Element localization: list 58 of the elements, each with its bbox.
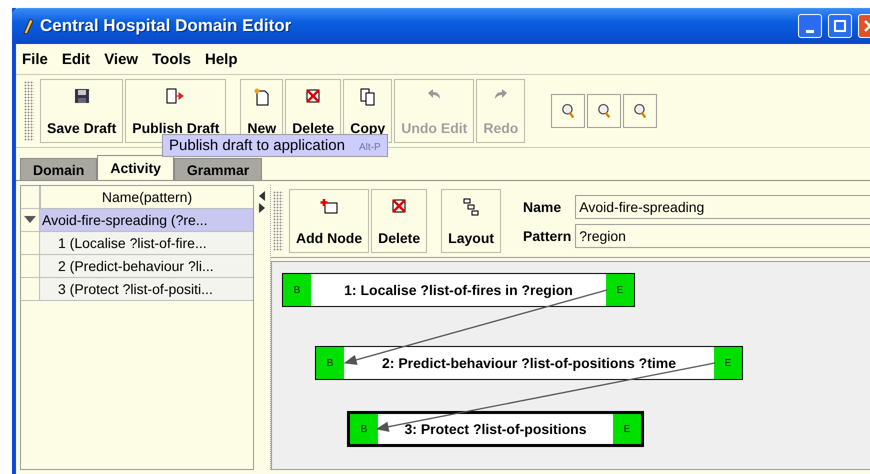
delete-icon	[305, 88, 322, 104]
layout-icon	[463, 198, 480, 216]
node-label: 1: Localise ?list-of-fires in ?region	[343, 281, 574, 300]
pattern-label: Pattern	[523, 228, 572, 244]
magnifier-icon	[562, 104, 574, 118]
editor-button[interactable]: Delete	[371, 189, 428, 253]
name-field[interactable]: Avoid-fire-spreading	[575, 194, 870, 218]
tab[interactable]: Grammar	[174, 158, 262, 180]
expand-icon[interactable]	[24, 216, 36, 224]
table-row[interactable]: 3 (Protect ?list-of-positi...	[40, 278, 253, 300]
redo-icon	[492, 88, 509, 100]
pattern-field[interactable]: ?region	[575, 224, 870, 248]
begin-port[interactable]: B	[350, 414, 378, 444]
zoom-text-button[interactable]	[587, 94, 622, 128]
activity-node[interactable]: B 2: Predict-behaviour ?list-of-positions ?time E	[315, 346, 743, 380]
minimize-icon	[806, 30, 814, 32]
copy-icon	[360, 88, 376, 106]
node-label: 3: Protect ?list-of-positions	[404, 420, 588, 439]
menu-item[interactable]: View	[104, 50, 138, 68]
table-row[interactable]: 1 (Localise ?list-of-fire...	[40, 232, 253, 254]
collapse-left-icon[interactable]	[259, 191, 265, 201]
shortcut-text: Alt-P	[358, 142, 381, 153]
toolbar-grip[interactable]	[273, 191, 283, 251]
magnifier-icon	[634, 104, 646, 118]
menu-item[interactable]: Edit	[62, 50, 90, 68]
add-icon	[320, 198, 338, 214]
end-port[interactable]: E	[613, 414, 641, 444]
tab[interactable]: Activity	[97, 155, 174, 180]
end-port[interactable]: E	[714, 347, 742, 379]
end-port[interactable]: E	[606, 274, 634, 306]
menu-item[interactable]: File	[22, 50, 48, 68]
toolbar-button[interactable]: Save Draft	[40, 79, 124, 143]
menu-item[interactable]: Help	[205, 50, 238, 68]
table-row[interactable]: Avoid-fire-spreading (?re...	[40, 209, 253, 231]
editor-button[interactable]: Layout	[441, 189, 502, 253]
magnifier-icon	[598, 104, 610, 118]
save-icon	[74, 88, 90, 104]
new-icon	[254, 88, 270, 106]
editor-button[interactable]: Add Node	[289, 189, 370, 253]
maximize-icon	[834, 20, 846, 32]
table-row[interactable]: 2 (Predict-behaviour ?li...	[40, 255, 253, 277]
activity-node[interactable]: B 3: Protect ?list-of-positions E	[347, 411, 644, 447]
minimize-button[interactable]	[798, 14, 822, 38]
name-label: Name	[523, 198, 562, 214]
tab[interactable]: Domain	[20, 158, 98, 180]
zoom-button[interactable]	[551, 94, 586, 128]
undo-icon	[426, 88, 442, 100]
activity-node[interactable]: B 1: Localise ?list-of-fires in ?region E	[282, 273, 635, 307]
toolbar-grip[interactable]	[24, 81, 34, 141]
begin-port[interactable]: B	[283, 274, 311, 306]
delete-icon	[391, 198, 408, 214]
node-label: 2: Predict-behaviour ?list-of-positions ?time	[380, 354, 678, 373]
menu-item[interactable]: Tools	[152, 50, 191, 68]
zoom-diagram-button[interactable]	[623, 94, 658, 128]
window-title: Central Hospital Domain Editor	[40, 16, 292, 36]
maximize-button[interactable]	[828, 14, 852, 38]
begin-port[interactable]: B	[316, 347, 344, 379]
expand-right-icon[interactable]	[259, 203, 265, 213]
